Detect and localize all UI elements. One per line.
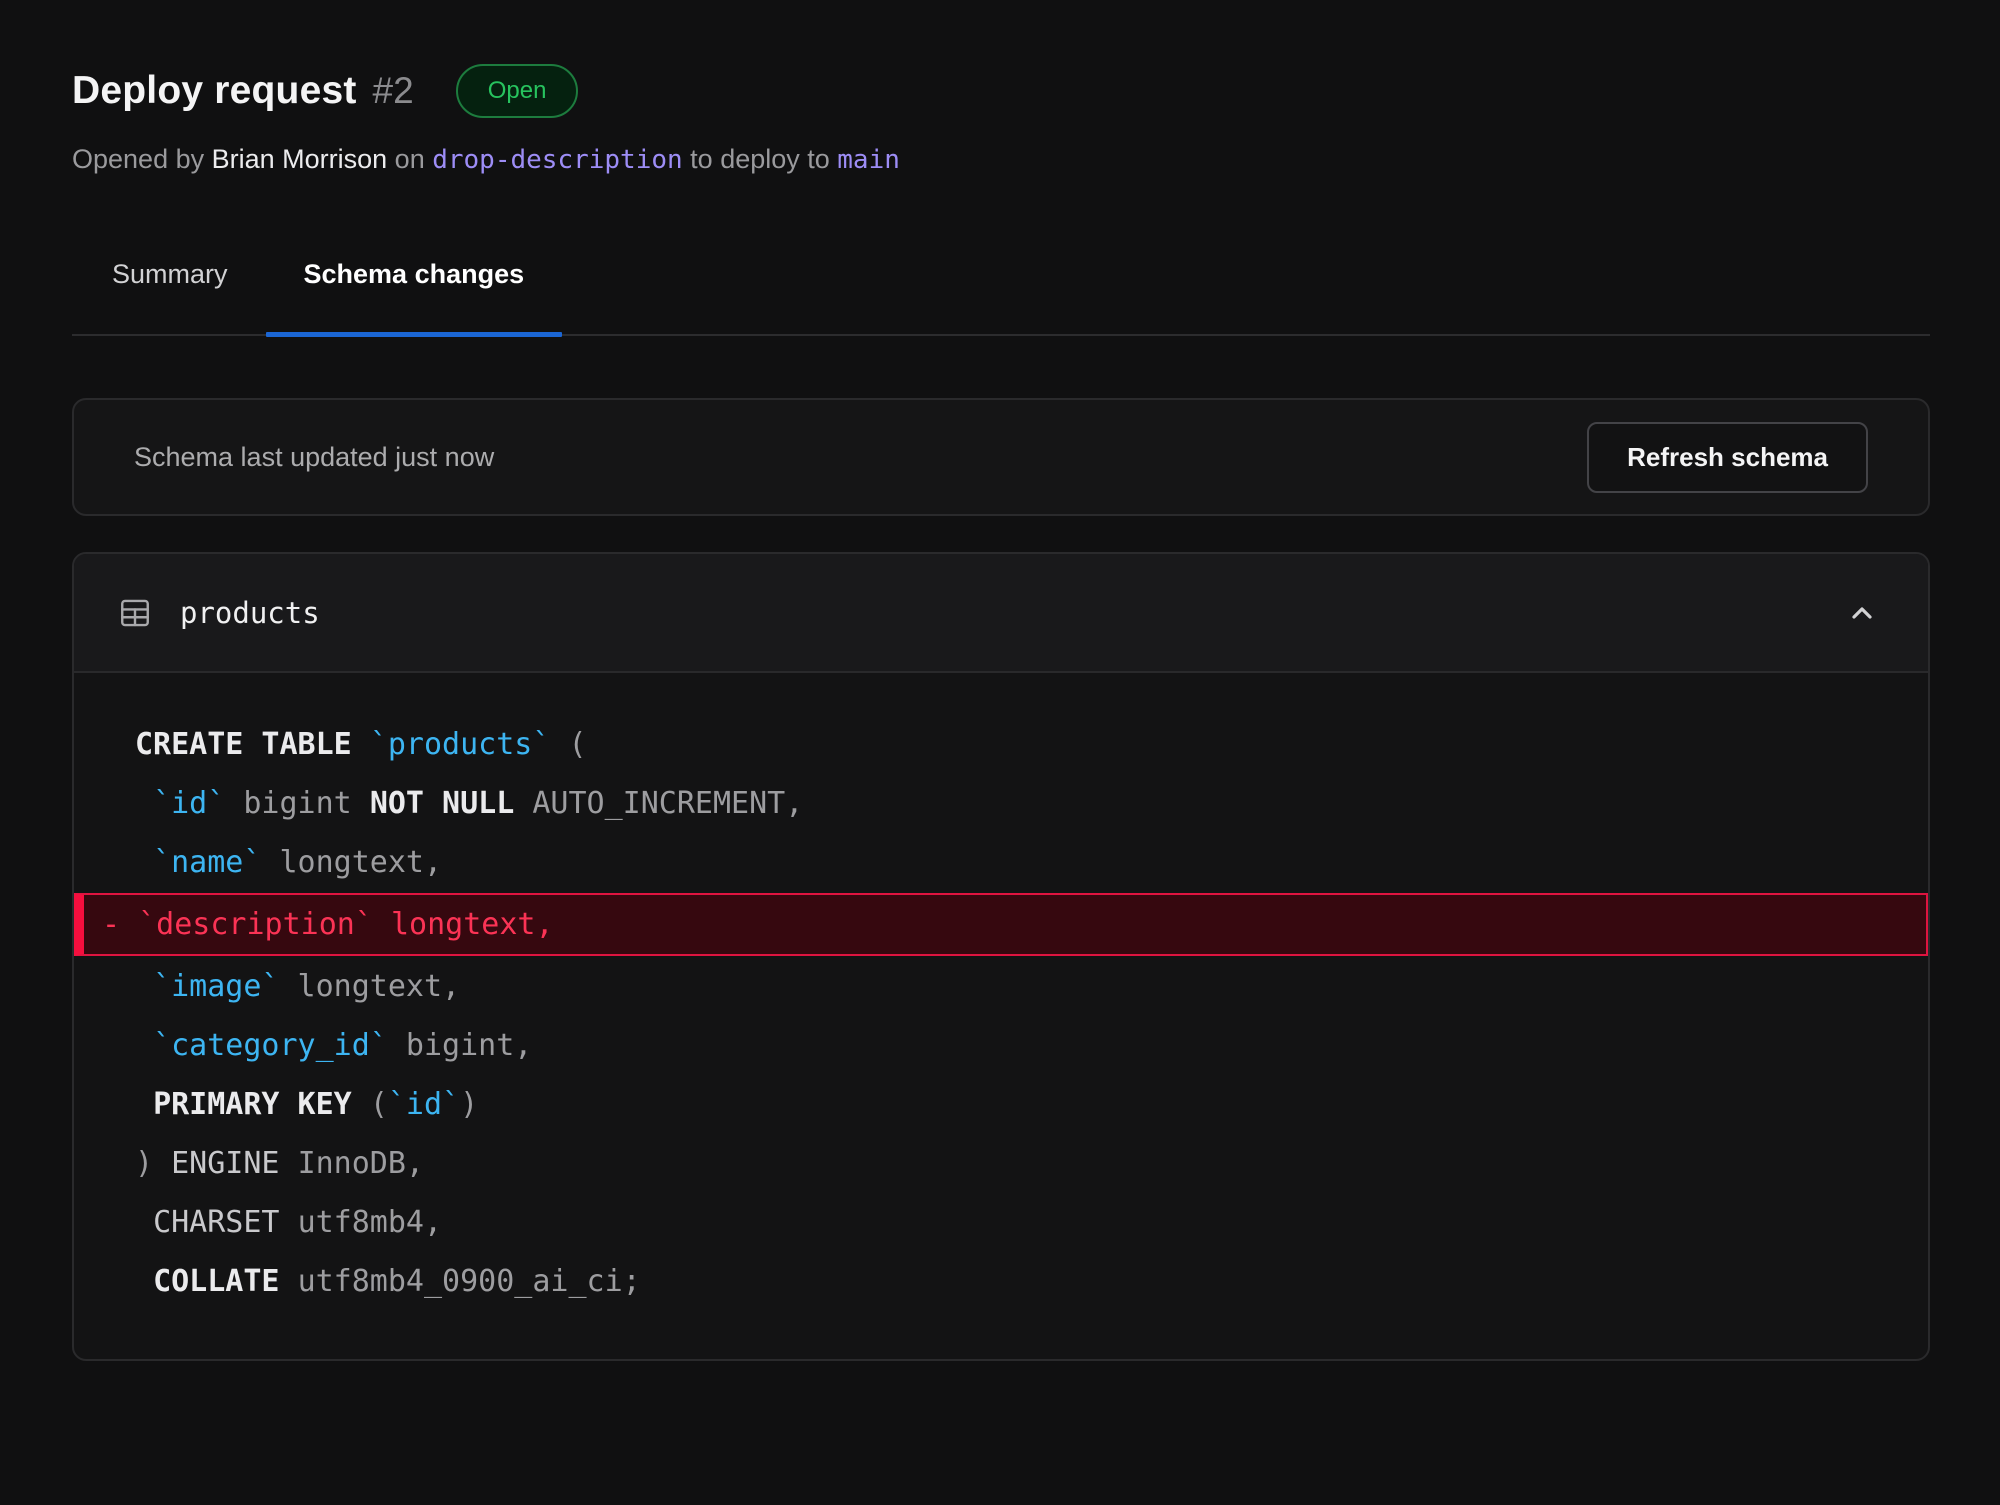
table-panel-header[interactable]: products	[74, 554, 1928, 673]
table-icon	[118, 596, 152, 630]
sql-token: COLLATE	[153, 1264, 298, 1299]
sql-line: ) ENGINE InnoDB,	[74, 1134, 1928, 1193]
sql-line: `category_id` bigint,	[74, 1016, 1928, 1075]
schema-refresh-bar: Schema last updated just now Refresh sch…	[72, 398, 1930, 516]
sql-token: `name`	[153, 845, 261, 880]
status-badge: Open	[456, 64, 579, 118]
collapse-button[interactable]	[1840, 591, 1884, 635]
sql-token	[135, 1087, 153, 1122]
sql-token: InnoDB,	[298, 1146, 424, 1181]
branch-name: drop-description	[432, 145, 682, 175]
sql-token: )	[460, 1087, 478, 1122]
sql-token: `image`	[153, 969, 279, 1004]
sql-token: longtext,	[280, 969, 461, 1004]
sql-token: longtext,	[261, 845, 442, 880]
byline: Opened by Brian Morrison on drop-descrip…	[72, 144, 1930, 175]
sql-line: CREATE TABLE `products` (	[74, 715, 1928, 774]
sql-token: `description`	[138, 907, 373, 942]
sql-token: `id`	[388, 1087, 460, 1122]
sql-token: `id`	[153, 786, 225, 821]
page-title: Deploy request	[72, 69, 357, 113]
refresh-schema-button[interactable]: Refresh schema	[1587, 422, 1868, 493]
sql-token	[135, 1264, 153, 1299]
table-schema-panel: products CREATE TABLE `products` ( `id` …	[72, 552, 1930, 1361]
sql-token: CHARSET	[153, 1205, 298, 1240]
sql-token: (	[550, 727, 586, 762]
sql-token: )	[135, 1146, 171, 1181]
tab-schema-changes[interactable]: Schema changes	[304, 259, 525, 334]
sql-token	[135, 845, 153, 880]
sql-token: NOT NULL	[370, 786, 533, 821]
sql-token: utf8mb4_0900_ai_ci;	[298, 1264, 641, 1299]
sql-line: `id` bigint NOT NULL AUTO_INCREMENT,	[74, 774, 1928, 833]
branch-name: main	[837, 145, 900, 175]
sql-code-block: CREATE TABLE `products` ( `id` bigint NO…	[74, 673, 1928, 1359]
sql-token: longtext,	[373, 907, 554, 942]
sql-line-deleted: - `description` longtext,	[74, 893, 1928, 956]
sql-token: PRIMARY KEY	[153, 1087, 370, 1122]
chevron-up-icon	[1846, 597, 1878, 629]
deploy-request-number: #2	[373, 70, 414, 112]
deploy-request-page: Deploy request #2 Open Opened by Brian M…	[0, 0, 2000, 1361]
schema-status-text: Schema last updated just now	[134, 442, 494, 473]
sql-line: `name` longtext,	[74, 833, 1928, 892]
sql-token	[225, 786, 243, 821]
sql-line: PRIMARY KEY (`id`)	[74, 1075, 1928, 1134]
sql-token: utf8mb4,	[298, 1205, 443, 1240]
sql-line: CHARSET utf8mb4,	[74, 1193, 1928, 1252]
sql-token: bigint	[243, 786, 369, 821]
table-name: products	[180, 596, 320, 630]
sql-token: bigint,	[388, 1028, 533, 1063]
sql-token	[135, 1028, 153, 1063]
author-name: Brian Morrison	[212, 144, 388, 174]
sql-token: `category_id`	[153, 1028, 388, 1063]
sql-token	[135, 969, 153, 1004]
byline-text: on	[387, 144, 432, 174]
byline-text: Opened by	[72, 144, 212, 174]
sql-token: AUTO_INCREMENT,	[532, 786, 803, 821]
sql-token: `products`	[370, 727, 551, 762]
sql-token	[135, 1205, 153, 1240]
sql-token	[135, 786, 153, 821]
byline-text: to deploy to	[683, 144, 838, 174]
tab-bar: Summary Schema changes	[72, 259, 1930, 336]
sql-token: ENGINE	[171, 1146, 297, 1181]
tab-summary[interactable]: Summary	[112, 259, 228, 334]
sql-line: `image` longtext,	[74, 957, 1928, 1016]
sql-token: (	[370, 1087, 388, 1122]
sql-token: CREATE TABLE	[135, 727, 370, 762]
page-header: Deploy request #2 Open	[72, 64, 1930, 118]
sql-token: -	[102, 907, 138, 942]
sql-line: COLLATE utf8mb4_0900_ai_ci;	[74, 1252, 1928, 1311]
